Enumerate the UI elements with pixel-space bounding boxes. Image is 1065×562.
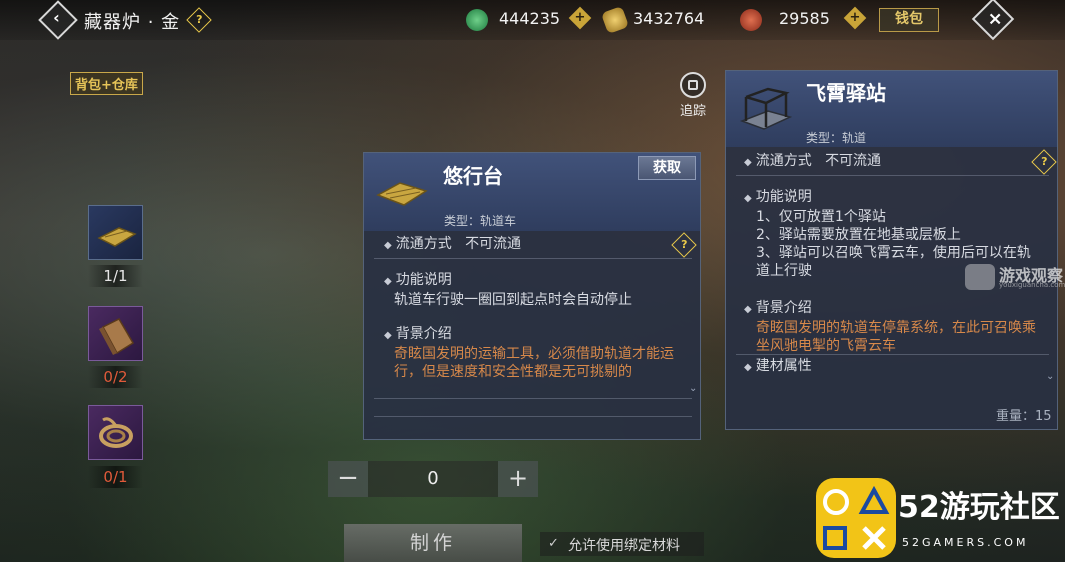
track-label: 追踪 [679,104,706,119]
target-circulation: ◆ 流通方式 不可流通 [744,153,882,169]
track-button[interactable]: 追踪 [676,72,710,119]
item-circulation: ◆ 流通方式 不可流通 [384,236,522,252]
item-function: ◆ 功能说明 轨道车行驶一圈回到起点时会自动停止 [384,271,684,309]
divider [736,175,1049,176]
bullet-icon: ◆ [384,276,392,287]
gold-ingot-icon [600,5,630,35]
quantity-stepper: − 0 + [328,461,538,497]
bullet-icon: ◆ [744,193,752,204]
material-slot-board[interactable] [88,205,143,260]
gold-currency-value: 3432764 [633,9,705,28]
allow-bound-materials-label: 允许使用绑定材料 [568,538,680,554]
divider [374,398,692,399]
golden-board-icon [376,182,428,206]
rope-coil-icon [99,417,133,448]
divider [374,416,692,417]
back-button[interactable]: ‹ [38,0,78,40]
target-function-line-2: 2、驿站需要放置在地基或层板上 [756,227,961,243]
track-icon [680,72,706,98]
token-currency-value: 29585 [779,9,830,28]
get-item-button[interactable]: 获取 [638,156,696,180]
material-slot-wood[interactable] [88,306,143,361]
add-token-button[interactable]: + [843,6,867,30]
item-name: 悠行台 [443,164,503,188]
bullet-icon: ◆ [744,157,752,168]
eyes-logo-icon [965,264,995,290]
target-detail-panel: 飞霄驿站 类型：轨道 ◆ 流通方式 不可流通 ? ◆ 功能说明 1、仅可放置1个驿站… [725,70,1058,430]
help-icon[interactable]: ? [671,232,697,258]
playstation-buttons-logo-icon [816,478,896,558]
scroll-down-icon: ⌄ [689,383,698,394]
target-function-line-1: 1、仅可放置1个驿站 [756,209,886,225]
close-button[interactable]: × [971,0,1015,41]
add-jade-button[interactable]: + [568,6,592,30]
bullet-icon: ◆ [384,240,392,251]
top-bar: ‹ 藏器炉 · 金 ? 444235 + 3432764 29585 + 钱包 … [0,0,1065,41]
divider [374,258,692,259]
help-icon[interactable]: ? [1031,149,1057,175]
wood-plank-icon [99,318,135,355]
target-name: 飞霄驿站 [806,81,886,105]
item-detail-panel: 悠行台 类型：轨道车 ◆ 流通方式 不可流通 ? ◆ 功能说明 轨道车行驶一圈回到起… [363,152,701,440]
quantity-plus-button[interactable]: + [498,461,538,497]
close-icon: × [987,8,1003,30]
watermark-youxiguancha: 游戏观察 youxiguancha.com [965,262,1065,292]
red-token-icon [740,9,762,31]
divider [736,354,1049,355]
golden-board-icon [97,227,137,247]
make-button[interactable]: 制作 [344,524,522,562]
help-icon[interactable]: ? [186,7,212,33]
chevron-left-icon: ‹ [53,8,60,28]
target-material-attr: ◆ 建材属性 [744,358,812,374]
wallet-button[interactable]: 钱包 [879,8,939,32]
bag-warehouse-label: 背包+仓库 [70,72,143,95]
item-type: 类型：轨道车 [444,214,517,228]
item-lore-text: 奇眩国发明的运输工具，必须借助轨道才能运行，但是速度和安全性都是无可挑剔的 [394,346,674,380]
station-frame-icon [739,87,793,130]
material-count-rope: 0/1 [88,466,143,488]
target-type: 类型：轨道 [806,131,867,145]
material-count-wood: 0/2 [88,366,143,388]
material-count-board: 1/1 [88,265,143,287]
checkmark-icon: ✓ [548,536,559,551]
target-lore: ◆ 背景介绍 奇眩国发明的轨道车停靠系统，在此可召唤乘坐风驰电掣的飞霄云车 [744,299,1044,355]
watermark-52gamers: 52游玩社区 52GAMERS.COM [816,478,1065,562]
bullet-icon: ◆ [744,304,752,315]
page-title: 藏器炉 · 金 [84,12,181,33]
allow-bound-materials-option[interactable]: ✓ 允许使用绑定材料 [540,532,704,556]
item-lore: ◆ 背景介绍 奇眩国发明的运输工具，必须借助轨道才能运行，但是速度和安全性都是无可… [384,325,684,381]
item-function-text: 轨道车行驶一圈回到起点时会自动停止 [394,292,632,308]
jade-coin-icon [466,9,488,31]
jade-currency-value: 444235 [499,9,561,28]
quantity-minus-button[interactable]: − [328,461,368,497]
target-lore-text: 奇眩国发明的轨道车停靠系统，在此可召唤乘坐风驰电掣的飞霄云车 [756,320,1036,354]
quantity-value: 0 [368,461,498,497]
bullet-icon: ◆ [744,362,752,373]
material-slot-rope[interactable] [88,405,143,460]
target-weight: 重量：15 [996,409,1052,424]
scroll-down-icon: ⌄ [1046,371,1055,382]
bullet-icon: ◆ [384,330,392,341]
